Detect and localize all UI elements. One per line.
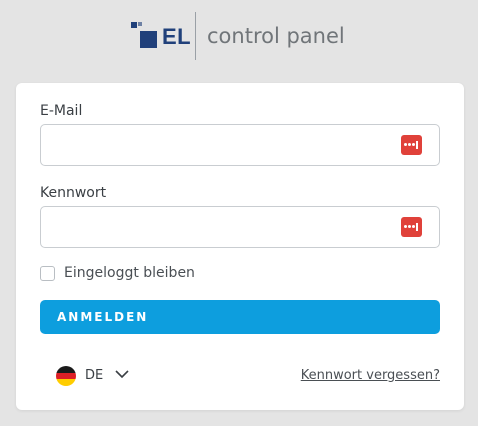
logo-mark-icon — [131, 22, 157, 48]
password-label: Kennwort — [40, 185, 107, 201]
logo-divider — [195, 12, 196, 60]
logo-abbrev: EL — [162, 24, 192, 49]
password-manager-icon[interactable] — [401, 135, 422, 155]
forgot-password-link[interactable]: Kennwort vergessen? — [301, 368, 440, 384]
login-button[interactable]: ANMELDEN — [40, 300, 440, 334]
password-manager-icon[interactable] — [401, 217, 422, 237]
app-header: EL control panel — [0, 12, 478, 62]
germany-flag-icon — [56, 366, 76, 386]
remember-me-label[interactable]: Eingeloggt bleiben — [64, 265, 195, 282]
password-field-wrapper — [40, 206, 440, 248]
language-code: DE — [85, 368, 104, 383]
password-field[interactable] — [49, 207, 389, 247]
login-card: E-Mail Kennwort Eingeloggt bleiben ANMEL… — [16, 83, 464, 410]
product-name: control panel — [207, 24, 345, 48]
email-field[interactable] — [49, 125, 389, 165]
chevron-down-icon — [115, 370, 129, 379]
email-field-wrapper — [40, 124, 440, 166]
remember-me-checkbox[interactable] — [40, 266, 55, 281]
email-label: E-Mail — [40, 103, 83, 119]
